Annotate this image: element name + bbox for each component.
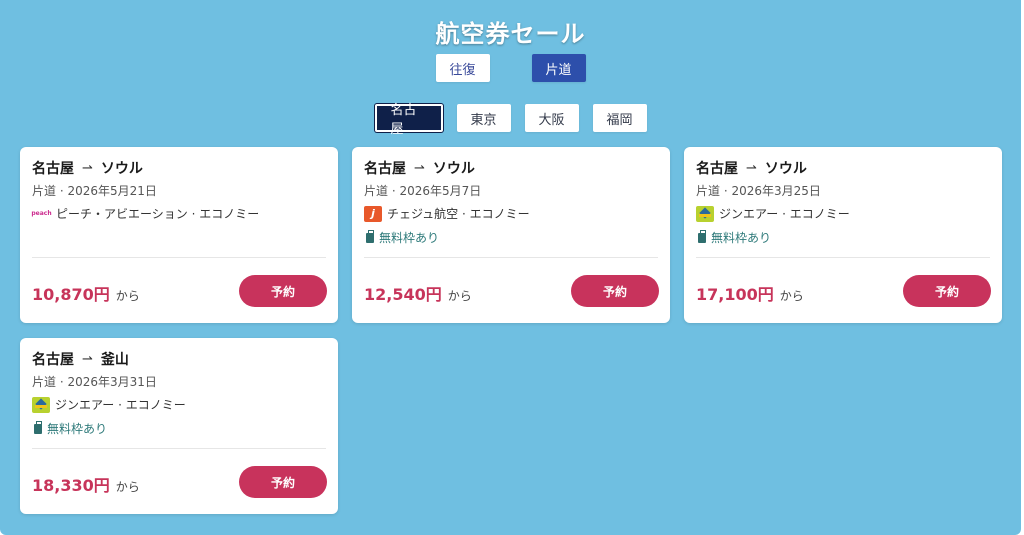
origin-city: 名古屋 (696, 161, 738, 177)
divider (32, 257, 326, 258)
flight-date: 片道 · 2026年5月21日 (32, 184, 157, 198)
origin-city: 名古屋 (32, 352, 74, 368)
destination-city: ソウル (100, 161, 143, 177)
flight-card: 名古屋 ⇀ ソウル 片道 · 2026年5月7日 j チェジュ航空 · エコノミ… (352, 147, 670, 323)
price: 17,100円 (696, 285, 774, 304)
price-info: 17,100円 から (696, 281, 804, 305)
divider (364, 257, 658, 258)
origin-city: 名古屋 (364, 161, 406, 177)
city-tab-nagoya[interactable]: 名古屋 (374, 103, 443, 137)
destination-city: 釜山 (100, 352, 129, 368)
flight-date: 片道 · 2026年3月31日 (32, 375, 157, 389)
page-title: 航空券セール (435, 20, 586, 48)
trip-type-toggle: 往復 片道 (0, 54, 1021, 82)
luggage-icon (698, 229, 706, 243)
baggage-info: 無料枠あり (34, 420, 107, 437)
airline-info: peach ピーチ・アビエーション · エコノミー (31, 205, 260, 222)
airline-name: ピーチ・アビエーション · エコノミー (56, 207, 260, 221)
jin-air-logo-icon (32, 396, 50, 413)
baggage-label: 無料枠あり (47, 422, 108, 436)
flight-card: 名古屋 ⇀ 釜山 片道 · 2026年3月31日 ジンエアー · エコノミー 無… (20, 338, 338, 514)
trip-oneway-button[interactable]: 片道 (531, 54, 586, 82)
jeju-air-logo-icon: j (364, 205, 382, 222)
route-arrow-icon: ⇀ (746, 160, 757, 176)
route: 名古屋 ⇀ 釜山 (32, 349, 129, 369)
route: 名古屋 ⇀ ソウル (696, 158, 807, 178)
price-suffix: から (447, 289, 472, 303)
luggage-icon (34, 420, 42, 434)
destination-city: ソウル (764, 161, 807, 177)
price-suffix: から (779, 289, 804, 303)
route: 名古屋 ⇀ ソウル (32, 158, 143, 178)
airline-info: j チェジュ航空 · エコノミー (364, 205, 530, 222)
baggage-label: 無料枠あり (711, 231, 772, 245)
flight-card: 名古屋 ⇀ ソウル 片道 · 2026年3月25日 ジンエアー · エコノミー … (684, 147, 1002, 323)
flight-date: 片道 · 2026年3月25日 (696, 184, 821, 198)
route-arrow-icon: ⇀ (414, 160, 425, 176)
city-filter: 名古屋 東京 大阪 福岡 (0, 103, 1021, 137)
divider (696, 257, 990, 258)
book-button[interactable]: 予約 (239, 275, 327, 307)
route-arrow-icon: ⇀ (82, 351, 93, 367)
jin-air-logo-icon (696, 205, 714, 222)
page-background: 航空券セール 往復 片道 名古屋 東京 大阪 福岡 名古屋 ⇀ ソウル 片道 ·… (0, 0, 1021, 535)
route: 名古屋 ⇀ ソウル (364, 158, 475, 178)
airline-info: ジンエアー · エコノミー (696, 205, 850, 222)
price: 12,540円 (364, 285, 442, 304)
airline-name: ジンエアー · エコノミー (719, 207, 850, 221)
airline-info: ジンエアー · エコノミー (32, 396, 186, 413)
trip-roundtrip-button[interactable]: 往復 (435, 54, 490, 82)
book-button[interactable]: 予約 (903, 275, 991, 307)
baggage-info: 無料枠あり (698, 229, 771, 246)
price: 18,330円 (32, 476, 110, 495)
peach-logo-icon: peach (31, 210, 52, 217)
city-tab-fukuoka[interactable]: 福岡 (592, 104, 647, 132)
flight-date: 片道 · 2026年5月7日 (364, 184, 482, 198)
price-info: 12,540円 から (364, 281, 472, 305)
price-suffix: から (115, 289, 140, 303)
divider (32, 448, 326, 449)
airline-name: ジンエアー · エコノミー (55, 398, 186, 412)
origin-city: 名古屋 (32, 161, 74, 177)
baggage-label: 無料枠あり (379, 231, 440, 245)
route-arrow-icon: ⇀ (82, 160, 93, 176)
city-tab-osaka[interactable]: 大阪 (524, 104, 579, 132)
destination-city: ソウル (432, 161, 475, 177)
book-button[interactable]: 予約 (571, 275, 659, 307)
city-tab-tokyo[interactable]: 東京 (456, 104, 511, 132)
airline-name: チェジュ航空 · エコノミー (387, 207, 530, 221)
baggage-info: 無料枠あり (366, 229, 439, 246)
flight-card: 名古屋 ⇀ ソウル 片道 · 2026年5月21日 peach ピーチ・アビエー… (20, 147, 338, 323)
price: 10,870円 (32, 285, 110, 304)
book-button[interactable]: 予約 (239, 466, 327, 498)
price-info: 10,870円 から (32, 281, 140, 305)
price-info: 18,330円 から (32, 472, 140, 496)
luggage-icon (366, 229, 374, 243)
price-suffix: から (115, 480, 140, 494)
